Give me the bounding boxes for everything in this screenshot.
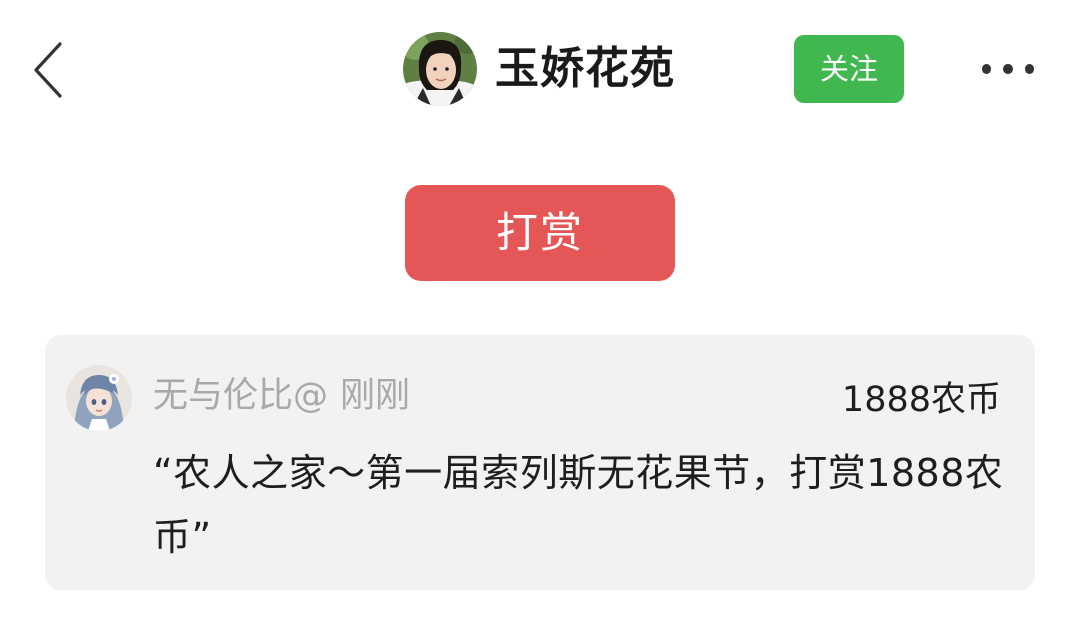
author-info[interactable]: 玉娇花苑	[403, 31, 675, 107]
back-button[interactable]	[26, 38, 70, 102]
follow-button[interactable]: 关注	[794, 35, 904, 103]
tip-time: 刚刚	[340, 376, 411, 416]
tip-amount: 1888农币	[841, 380, 1001, 420]
tipper-avatar[interactable]	[66, 365, 132, 431]
chevron-left-icon	[34, 42, 62, 98]
more-dots-icon[interactable]	[976, 52, 1040, 86]
dot	[1003, 64, 1013, 74]
author-name[interactable]: 玉娇花苑	[495, 47, 675, 91]
tip-message: “农人之家～第一届索列斯无花果节，打赏1888农币”	[153, 451, 1004, 559]
author-avatar[interactable]	[403, 32, 477, 106]
tip-record-card: 无与伦比@ 刚刚 1888农币 “农人之家～第一届索列斯无花果节，打赏1888农币…	[45, 335, 1035, 590]
dot	[1024, 64, 1034, 74]
dot	[982, 64, 992, 74]
tipper-name[interactable]: 无与伦比@	[153, 376, 328, 416]
tip-button[interactable]: 打赏	[405, 185, 675, 281]
tipper-info: 无与伦比@ 刚刚	[153, 375, 410, 417]
